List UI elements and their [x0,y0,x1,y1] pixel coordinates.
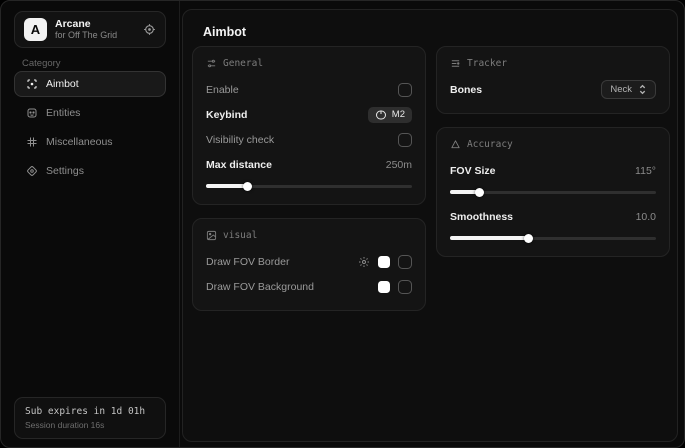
panel-accuracy: Accuracy FOV Size 115° Smoothness 10.0 [436,127,670,257]
smoothness-label: Smoothness [450,211,513,223]
sidebar-item-entities[interactable]: Entities [14,100,166,126]
fov-background-label: Draw FOV Background [206,281,314,293]
sidebar-item-label: Aimbot [46,78,79,90]
visibility-check-label: Visibility check [206,134,274,146]
max-distance-slider[interactable] [206,181,412,191]
category-label: Category [22,58,61,69]
main-panel: Aimbot General Enable [182,9,678,442]
panel-visual: visual Draw FOV Border [192,218,426,311]
app-title: Arcane [55,18,135,30]
entities-icon [25,107,38,119]
slider-thumb[interactable] [243,182,252,191]
target-settings-icon[interactable] [143,23,156,36]
bones-value: Neck [610,84,632,95]
settings-icon [25,165,38,177]
mouse-icon [375,110,387,120]
fov-border-checkbox[interactable] [398,255,412,269]
grid-icon [25,136,38,148]
smoothness-slider[interactable] [450,233,656,243]
visual-icon [206,230,217,241]
general-icon [206,58,217,69]
keybind-button[interactable]: M2 [368,107,412,123]
sidebar-nav: Aimbot Entities Miscella [14,71,166,184]
smoothness-value: 10.0 [636,211,656,223]
sidebar-item-label: Entities [46,107,80,119]
page-title: Aimbot [203,25,246,39]
gear-icon[interactable] [358,256,370,268]
session-duration-text: Session duration 16s [25,420,155,430]
app-window: A Arcane for Off The Grid Category [0,0,685,448]
fov-size-value: 115° [635,165,656,177]
sidebar-item-settings[interactable]: Settings [14,158,166,184]
slider-thumb[interactable] [524,234,533,243]
row-fov-border: Draw FOV Border [206,251,412,272]
sub-expires-text: Sub expires in 1d 01h [25,406,155,417]
panel-general: General Enable Keybind M2 [192,46,426,205]
panel-header-label: Accuracy [467,139,513,150]
tracker-icon [450,58,461,69]
logo-card: A Arcane for Off The Grid [14,11,166,48]
slider-thumb[interactable] [475,188,484,197]
panel-header-label: General [223,58,263,69]
max-distance-label: Max distance [206,159,272,171]
row-fov-size: FOV Size 115° [450,160,656,181]
column-left: General Enable Keybind M2 [192,46,426,311]
subscription-card: Sub expires in 1d 01h Session duration 1… [14,397,166,439]
keybind-label: Keybind [206,109,247,121]
visibility-check-checkbox[interactable] [398,133,412,147]
max-distance-value: 250m [386,159,412,171]
row-visibility-check: Visibility check [206,129,412,150]
panel-header-label: visual [223,230,257,241]
crosshair-icon [25,78,38,90]
enable-checkbox[interactable] [398,83,412,97]
column-right: Tracker Bones Neck [436,46,670,257]
panel-tracker: Tracker Bones Neck [436,46,670,114]
app-subtitle: for Off The Grid [55,30,135,40]
fov-border-label: Draw FOV Border [206,256,289,268]
sidebar-item-label: Miscellaneous [46,136,113,148]
row-fov-background: Draw FOV Background [206,276,412,297]
fov-background-color-swatch[interactable] [378,281,390,293]
fov-size-slider[interactable] [450,187,656,197]
sidebar-item-label: Settings [46,165,84,177]
keybind-value: M2 [392,109,405,120]
fov-border-color-swatch[interactable] [378,256,390,268]
row-keybind: Keybind M2 [206,104,412,125]
panel-header-label: Tracker [467,58,507,69]
sidebar: A Arcane for Off The Grid Category [1,1,180,447]
bones-label: Bones [450,84,482,96]
chevron-up-down-icon [638,84,647,95]
sidebar-item-miscellaneous[interactable]: Miscellaneous [14,129,166,155]
accuracy-icon [450,139,461,150]
enable-label: Enable [206,84,239,96]
fov-background-checkbox[interactable] [398,280,412,294]
row-smoothness: Smoothness 10.0 [450,206,656,227]
fov-size-label: FOV Size [450,165,496,177]
app-logo: A [24,18,47,41]
row-bones: Bones Neck [450,79,656,100]
row-max-distance: Max distance 250m [206,154,412,175]
row-enable: Enable [206,79,412,100]
bones-select[interactable]: Neck [601,80,656,99]
sidebar-item-aimbot[interactable]: Aimbot [14,71,166,97]
